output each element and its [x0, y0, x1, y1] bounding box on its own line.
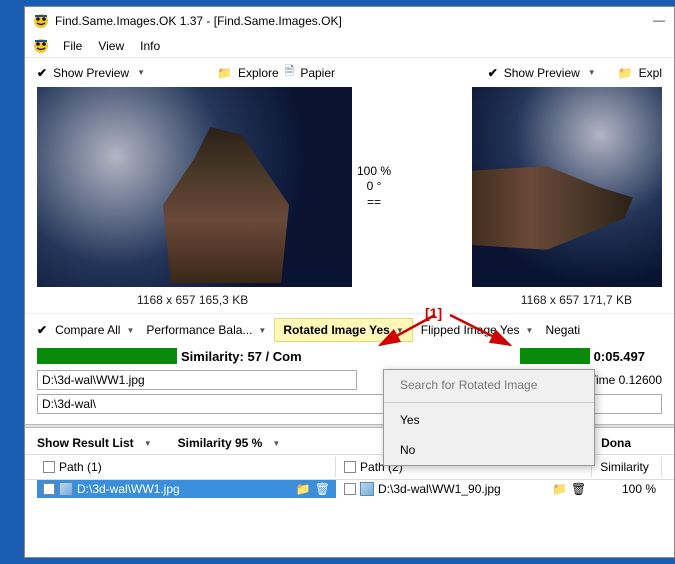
show-preview-right[interactable]: Show Preview	[504, 66, 580, 80]
chevron-down-icon: ▼	[126, 326, 134, 335]
rotated-dropdown-menu: Search for Rotated Image Yes No	[383, 369, 595, 466]
negati-label: Negati	[545, 323, 580, 337]
compare-all-button[interactable]: Compare All ▼	[51, 321, 138, 339]
row1-path1: D:\3d-wal\WW1.jpg	[77, 482, 180, 496]
match-percent: 100 %	[352, 164, 396, 180]
similarity-bar: Similarity: 57 / Com 0:05.497	[25, 348, 674, 364]
chevron-down-icon[interactable]: ▼	[588, 68, 596, 77]
options-row: ✔ Compare All ▼ Performance Bala... ▼ Ro…	[25, 313, 674, 346]
chevron-down-icon[interactable]: ▼	[144, 439, 152, 448]
paper-icon[interactable]: 🗎	[285, 62, 295, 83]
cell-path1: D:\3d-wal\WW1.jpg 📁 🗑	[37, 480, 336, 498]
rotated-image-button[interactable]: Rotated Image Yes ▼	[274, 318, 412, 342]
dropdown-no[interactable]: No	[384, 435, 594, 465]
folder-icon[interactable]: 📁	[552, 482, 567, 496]
title-bar: Find.Same.Images.OK 1.37 - [Find.Same.Im…	[25, 7, 674, 35]
menu-view[interactable]: View	[92, 37, 130, 55]
match-compare: ==	[352, 195, 396, 211]
app-icon-small	[33, 38, 49, 54]
delete-icon[interactable]: 🗑	[571, 482, 586, 496]
flipped-label: Flipped Image Yes	[421, 323, 520, 337]
progress-right	[520, 348, 590, 364]
similarity-filter[interactable]: Similarity 95 %	[178, 436, 263, 450]
cell-path2: D:\3d-wal\WW1_90.jpg 📁 🗑	[338, 480, 592, 498]
folder-icon[interactable]: 📁	[296, 482, 311, 496]
dropdown-yes[interactable]: Yes	[384, 405, 594, 435]
donate-label[interactable]: Dona	[601, 436, 631, 450]
check-icon: ✔	[488, 66, 498, 80]
image-file-icon	[59, 482, 73, 496]
info-right: 1168 x 657 171,7 KB	[521, 293, 632, 307]
time-text: 0:05.497	[590, 349, 649, 364]
checkbox[interactable]	[43, 483, 55, 495]
app-window: Find.Same.Images.OK 1.37 - [Find.Same.Im…	[24, 6, 675, 558]
check-icon: ✔	[37, 323, 47, 337]
chevron-down-icon: ▼	[396, 326, 404, 335]
chevron-down-icon: ▼	[526, 326, 534, 335]
info-left: 1168 x 657 165,3 KB	[137, 293, 248, 307]
minimize-button[interactable]: —	[652, 13, 666, 27]
show-preview-left[interactable]: Show Preview	[53, 66, 129, 80]
show-result-list[interactable]: Show Result List	[37, 436, 134, 450]
window-title: Find.Same.Images.OK 1.37 - [Find.Same.Im…	[55, 14, 342, 28]
col-sim-label: Similarity	[600, 460, 649, 474]
col-path1[interactable]: Path (1)	[37, 457, 336, 477]
check-icon: ✔	[37, 66, 47, 80]
preview-right	[472, 87, 662, 287]
chevron-down-icon[interactable]: ▼	[272, 439, 280, 448]
explore-right-label[interactable]: Expl	[639, 66, 662, 80]
checkbox[interactable]	[344, 461, 356, 473]
dropdown-title: Search for Rotated Image	[384, 370, 594, 400]
menu-bar: File View Info	[25, 35, 674, 58]
chevron-down-icon[interactable]: ▼	[137, 68, 145, 77]
performance-label: Performance Bala...	[146, 323, 252, 337]
preview-area: 100 % 0 ° ==	[25, 87, 674, 287]
row1-sim: 100 %	[622, 482, 656, 496]
folder-icon[interactable]: 📁	[217, 66, 232, 80]
flipped-image-button[interactable]: Flipped Image Yes ▼	[417, 321, 538, 339]
negative-button[interactable]: Negati	[541, 321, 584, 339]
chevron-down-icon: ▼	[258, 326, 266, 335]
menu-info[interactable]: Info	[134, 37, 166, 55]
match-info: 100 % 0 ° ==	[352, 164, 396, 211]
col-path1-label: Path (1)	[59, 460, 102, 474]
match-rotation: 0 °	[352, 179, 396, 195]
explore-label[interactable]: Explore	[238, 66, 279, 80]
preview-image-right	[472, 87, 662, 287]
preview-header: ✔ Show Preview ▼ 📁 Explore 🗎 Papier ✔ Sh…	[25, 58, 674, 87]
preview-image-left	[37, 87, 352, 287]
similarity-text: Similarity: 57 / Com	[177, 349, 306, 364]
table-row[interactable]: D:\3d-wal\WW1.jpg 📁 🗑 D:\3d-wal\WW1_90.j…	[25, 480, 674, 498]
menu-file[interactable]: File	[57, 37, 88, 55]
separator	[384, 402, 594, 403]
row1-path2: D:\3d-wal\WW1_90.jpg	[378, 482, 501, 496]
performance-button[interactable]: Performance Bala... ▼	[142, 321, 270, 339]
cell-similarity: 100 %	[594, 480, 662, 498]
papier-label[interactable]: Papier	[300, 66, 335, 80]
app-icon	[33, 13, 49, 29]
preview-left	[37, 87, 352, 287]
col-similarity[interactable]: Similarity	[594, 457, 662, 477]
delete-icon[interactable]: 🗑	[315, 482, 330, 496]
path1-input[interactable]	[37, 370, 357, 390]
preview-info: 1168 x 657 165,3 KB 1168 x 657 171,7 KB	[25, 287, 674, 313]
rotated-label: Rotated Image Yes	[283, 323, 390, 337]
image-file-icon	[360, 482, 374, 496]
checkbox[interactable]	[43, 461, 55, 473]
compare-all-label: Compare All	[55, 323, 120, 337]
progress-left	[37, 348, 177, 364]
folder-icon[interactable]: 📁	[618, 66, 633, 80]
checkbox[interactable]	[344, 483, 356, 495]
